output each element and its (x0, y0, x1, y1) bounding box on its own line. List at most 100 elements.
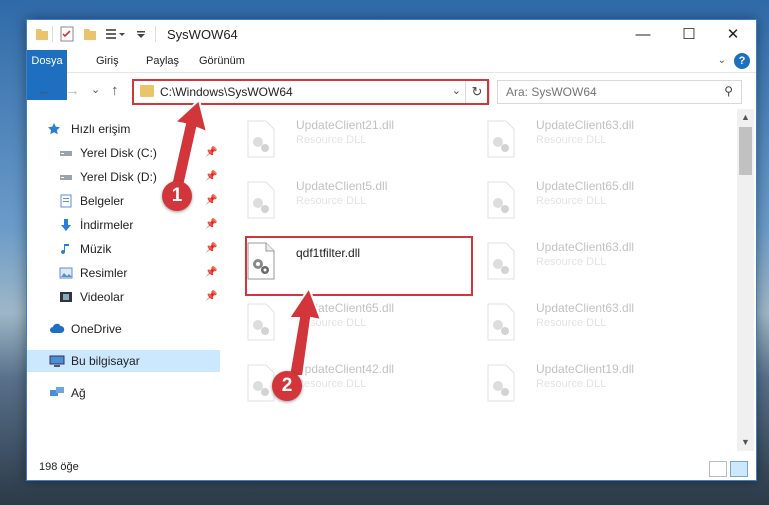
star-icon (48, 123, 60, 135)
file-type: Resource DLL (536, 317, 607, 329)
vertical-scrollbar[interactable]: ▲ ▼ (737, 109, 754, 451)
tiles-view-icon[interactable] (730, 461, 748, 477)
drive-icon (60, 175, 72, 180)
sidebar-item-onedrive[interactable]: OneDrive (27, 318, 220, 340)
dll-file-icon (487, 181, 515, 219)
pin-icon[interactable]: 📌 (205, 262, 217, 284)
file-name: UpdateClient63.dll (536, 301, 635, 315)
file-type: Resource DLL (536, 378, 607, 390)
file-type: Resource DLL (536, 195, 607, 207)
file-type: Resource DLL (536, 256, 607, 268)
ribbon-tabs: Dosya Giriş Paylaş Görünüm ? ⌄ (27, 50, 756, 100)
search-icon[interactable]: ⚲ (724, 84, 733, 98)
quick-access-dropdown-icon[interactable] (135, 26, 147, 42)
title-bar: SysWOW64 — ☐ ✕ (27, 20, 756, 50)
folder-icon (36, 29, 48, 40)
sidebar-item-label: Müzik (80, 242, 112, 256)
sidebar-item-network[interactable]: Ağ (27, 382, 220, 404)
sidebar-item-pictures[interactable]: Resimler 📌 (27, 262, 220, 284)
tab-view[interactable]: Görünüm (191, 50, 253, 72)
sidebar-item-label: Bu bilgisayar (71, 354, 140, 368)
up-button[interactable]: ↑ (111, 82, 119, 99)
file-type: Resource DLL (296, 134, 367, 146)
sidebar-item-label: Yerel Disk (C:) (80, 146, 157, 160)
search-input[interactable] (504, 83, 708, 101)
sidebar-item-videos[interactable]: Videolar 📌 (27, 286, 220, 308)
file-highlight-box (245, 236, 473, 296)
close-button[interactable]: ✕ (710, 20, 756, 50)
pictures-icon (59, 267, 73, 279)
properties-icon[interactable] (60, 26, 74, 42)
scroll-thumb[interactable] (739, 127, 752, 175)
back-button[interactable]: ← (37, 82, 52, 99)
forward-button[interactable]: → (65, 82, 80, 99)
sidebar-item-label: Videolar (80, 290, 124, 304)
file-tile[interactable]: UpdateClient21.dll Resource DLL (224, 114, 449, 164)
tab-home[interactable]: Giriş (88, 50, 127, 72)
details-view-icon[interactable] (709, 461, 727, 477)
sidebar-item-label: OneDrive (71, 322, 122, 336)
expand-ribbon-icon[interactable]: ⌄ (718, 55, 726, 66)
dll-file-icon (487, 303, 515, 341)
minimize-button[interactable]: — (620, 20, 666, 50)
computer-icon (49, 355, 65, 367)
file-name: UpdateClient5.dll (296, 179, 388, 193)
sidebar-item-label: Yerel Disk (D:) (80, 170, 157, 184)
file-tile[interactable]: UpdateClient63.dll Resource DLL (464, 236, 689, 286)
item-count: 198 öğe (39, 461, 79, 473)
recent-locations-button[interactable]: ⌄ (91, 83, 100, 96)
file-tile[interactable]: UpdateClient63.dll Resource DLL (464, 114, 689, 164)
sidebar-item-label: Ağ (71, 386, 86, 400)
sidebar-item-label: Hızlı erişim (71, 122, 131, 136)
file-tile[interactable]: UpdateClient19.dll Resource DLL (464, 358, 689, 408)
file-tile[interactable]: UpdateClient5.dll Resource DLL (224, 175, 449, 225)
tab-share[interactable]: Paylaş (138, 50, 187, 72)
network-icon (50, 387, 64, 396)
callout-step-2: 2 (272, 371, 302, 401)
file-type: Resource DLL (296, 195, 367, 207)
video-icon (60, 292, 72, 302)
sidebar-item-label: İndirmeler (80, 218, 134, 232)
music-icon (61, 244, 69, 255)
file-tile[interactable]: UpdateClient42.dll Resource DLL (224, 358, 449, 408)
pin-icon[interactable]: 📌 (205, 214, 217, 236)
file-tile[interactable]: UpdateClient63.dll Resource DLL (464, 297, 689, 347)
dll-file-icon (247, 120, 275, 158)
customize-toolbar-icon[interactable] (105, 26, 127, 42)
explorer-window: SysWOW64 — ☐ ✕ Dosya Giriş Paylaş Görünü… (26, 19, 757, 481)
callout-step-1: 1 (162, 181, 192, 211)
search-box[interactable]: ⚲ (497, 80, 742, 104)
dll-file-icon (487, 364, 515, 402)
download-icon (61, 219, 71, 231)
sidebar-item-music[interactable]: Müzik 📌 (27, 238, 220, 260)
file-name: UpdateClient21.dll (296, 118, 395, 132)
dll-file-icon (247, 303, 275, 341)
pin-icon[interactable]: 📌 (205, 286, 217, 308)
drive-icon (60, 151, 72, 156)
sidebar-item-downloads[interactable]: İndirmeler 📌 (27, 214, 220, 236)
dll-file-icon (487, 242, 515, 280)
sidebar-item-label: Belgeler (80, 194, 125, 208)
dll-file-icon (487, 120, 515, 158)
scroll-up-icon[interactable]: ▲ (737, 109, 754, 126)
sidebar-item-this-pc[interactable]: Bu bilgisayar (27, 350, 220, 372)
file-type: Resource DLL (296, 378, 367, 390)
file-tile[interactable]: UpdateClient65.dll Resource DLL (464, 175, 689, 225)
pin-icon[interactable]: 📌 (205, 238, 217, 260)
arrow-to-file-icon (287, 288, 323, 377)
file-name: UpdateClient19.dll (536, 362, 635, 376)
documents-icon (60, 194, 72, 208)
maximize-button[interactable]: ☐ (666, 20, 712, 50)
file-tile[interactable]: UpdateClient65.dll Resource DLL (224, 297, 449, 347)
sidebar-item-label: Resimler (80, 266, 128, 280)
file-name: UpdateClient63.dll (536, 240, 635, 254)
file-name: UpdateClient65.dll (536, 179, 635, 193)
window-title: SysWOW64 (167, 27, 238, 42)
status-bar: 198 öğe (27, 456, 756, 480)
cloud-icon (50, 323, 65, 333)
file-name: UpdateClient63.dll (536, 118, 635, 132)
file-type: Resource DLL (536, 134, 607, 146)
help-button[interactable]: ? (734, 53, 750, 69)
scroll-down-icon[interactable]: ▼ (737, 434, 754, 451)
new-folder-icon[interactable] (83, 26, 97, 42)
